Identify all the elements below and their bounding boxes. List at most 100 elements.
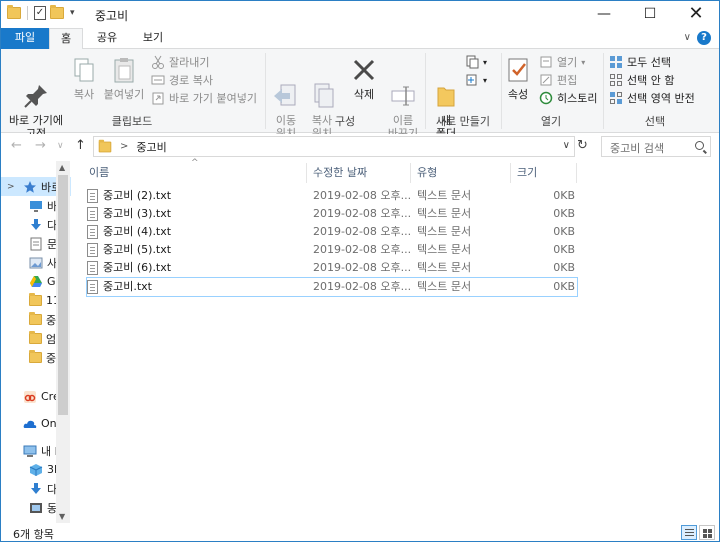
navigation-bar: ← → ∨ ↑ > 중고비 ∨ ↻ 중고비 검색 <box>1 134 719 159</box>
delete-button[interactable]: 삭제 <box>345 55 383 101</box>
large-icons-view-icon[interactable] <box>699 525 715 540</box>
easy-access-button[interactable]: ▾ <box>465 71 487 89</box>
minimize-button[interactable]: — <box>581 1 627 28</box>
select-none-button[interactable]: 선택 안 함 <box>609 71 674 89</box>
folder-icon <box>7 5 21 19</box>
tab-view[interactable]: 보기 <box>135 28 171 49</box>
new-item-button[interactable]: ▾ <box>465 53 487 71</box>
file-row[interactable]: 중고비 (4).txt 2019-02-08 오후... 텍스트 문서 0KB <box>87 223 577 241</box>
tab-share[interactable]: 공유 <box>89 28 125 49</box>
history-button[interactable]: 히스토리 <box>539 89 597 107</box>
group-divider <box>425 53 426 129</box>
nav-pane-scrollbar[interactable]: ▲ ▼ <box>56 161 70 523</box>
up-arrow-icon[interactable]: ↑ <box>75 138 86 153</box>
clipboard-group-label: 클립보드 <box>111 115 153 128</box>
file-row[interactable]: 중고비 (3).txt 2019-02-08 오후... 텍스트 문서 0KB <box>87 205 577 223</box>
collapse-ribbon-chevron-icon[interactable]: ∨ <box>684 32 691 43</box>
tab-home[interactable]: 홈 <box>49 28 83 50</box>
properties-check-icon <box>503 55 533 85</box>
paste-icon <box>109 55 139 85</box>
file-row[interactable]: 중고비 (2).txt 2019-02-08 오후... 텍스트 문서 0KB <box>87 187 577 205</box>
maximize-button[interactable]: ☐ <box>627 1 673 28</box>
status-bar: 6개 항목 <box>1 523 719 541</box>
expand-chevron-icon[interactable]: > <box>7 182 15 192</box>
nav-item-label: 중 <box>46 313 57 327</box>
history-icon <box>539 91 553 105</box>
copy-path-button[interactable]: 경로 복사 <box>151 71 213 89</box>
ribbon-tabs: 파일 홈 공유 보기 ∨ ? <box>1 28 719 50</box>
document-icon <box>29 237 43 251</box>
file-size: 0KB <box>553 280 575 293</box>
folder-icon <box>29 293 42 306</box>
recent-locations-chevron-icon[interactable]: ∨ <box>57 141 64 151</box>
file-list: ^ 이름 수정한 날짜 유형 크기 중고비 (2).txt 2019-02-08… <box>73 158 719 523</box>
invert-selection-button[interactable]: 선택 영역 반전 <box>609 89 695 107</box>
column-header-name[interactable]: 이름 <box>83 163 307 183</box>
address-dropdown-chevron-icon[interactable]: ∨ <box>563 140 570 151</box>
quick-access-toolbar: ✓ ▾ <box>7 5 75 20</box>
scroll-down-arrow-icon[interactable]: ▼ <box>59 512 65 521</box>
edit-label: 편집 <box>557 74 578 87</box>
breadcrumb-current[interactable]: 중고비 <box>136 139 166 155</box>
easy-access-chevron-icon: ▾ <box>483 75 488 85</box>
file-size: 0KB <box>553 243 575 256</box>
group-divider <box>603 53 604 129</box>
help-icon[interactable]: ? <box>697 31 711 45</box>
customize-toolbar-chevron-icon[interactable]: ▾ <box>70 8 75 18</box>
column-divider[interactable] <box>576 163 577 183</box>
tab-file[interactable]: 파일 <box>1 28 49 49</box>
file-name: 중고비 (6).txt <box>103 261 172 274</box>
column-header-type[interactable]: 유형 <box>411 163 511 183</box>
invert-selection-icon <box>609 91 623 105</box>
file-row[interactable]: 중고비 (6).txt 2019-02-08 오후... 텍스트 문서 0KB <box>87 259 577 277</box>
paste-label: 붙여넣기 <box>103 88 145 101</box>
open-button[interactable]: 열기 ▾ <box>539 53 585 71</box>
text-file-icon <box>87 280 98 294</box>
properties-button[interactable]: 속성 <box>503 55 533 101</box>
folder-icon <box>98 139 112 152</box>
select-all-button[interactable]: 모두 선택 <box>609 53 671 71</box>
file-row-focused[interactable]: 중고비.txt 2019-02-08 오후... 텍스트 문서 0KB <box>86 277 578 297</box>
folder-icon <box>29 312 42 325</box>
paste-shortcut-button[interactable]: 바로 가기 붙여넣기 <box>151 89 257 107</box>
edit-button[interactable]: 편집 <box>539 71 577 89</box>
desktop-icon <box>29 199 43 213</box>
file-name: 중고비 (5).txt <box>103 243 172 256</box>
scroll-up-arrow-icon[interactable]: ▲ <box>59 163 65 172</box>
file-type: 텍스트 문서 <box>417 207 472 220</box>
file-type: 텍스트 문서 <box>417 225 472 238</box>
cut-button[interactable]: 잘라내기 <box>151 53 209 71</box>
file-size: 0KB <box>553 225 575 238</box>
address-bar[interactable]: > 중고비 ∨ <box>93 136 575 157</box>
scrollbar-thumb[interactable] <box>58 175 68 415</box>
nav-item-label: 엄 <box>46 332 57 346</box>
picture-icon <box>29 256 43 270</box>
select-none-icon <box>609 73 623 87</box>
close-button[interactable]: ✕ <box>673 1 719 28</box>
new-folder-icon[interactable] <box>50 5 64 19</box>
open-chevron-icon: ▾ <box>581 57 586 67</box>
text-file-icon <box>87 207 98 221</box>
download-icon <box>29 218 43 232</box>
details-view-icon[interactable] <box>681 525 697 540</box>
paste-button[interactable]: 붙여넣기 <box>103 55 145 101</box>
copy-button[interactable]: 복사 <box>69 55 99 101</box>
column-header-size[interactable]: 크기 <box>511 163 577 183</box>
nav-item-label: 중 <box>46 351 57 365</box>
new-group-label: 새로 만들기 <box>435 115 491 128</box>
scissors-icon <box>151 55 165 69</box>
search-placeholder: 중고비 검색 <box>610 142 665 155</box>
invert-selection-label: 선택 영역 반전 <box>627 92 695 105</box>
file-row[interactable]: 중고비 (5).txt 2019-02-08 오후... 텍스트 문서 0KB <box>87 241 577 259</box>
breadcrumb-chevron-icon[interactable]: > <box>120 141 128 152</box>
back-arrow-icon[interactable]: ← <box>11 138 22 153</box>
refresh-icon[interactable]: ↻ <box>577 138 588 153</box>
search-input[interactable]: 중고비 검색 <box>601 136 711 157</box>
title-bar: ✓ ▾ 중고비 — ☐ ✕ <box>1 1 719 28</box>
copy-path-label: 경로 복사 <box>169 74 213 87</box>
search-icon[interactable] <box>695 141 704 150</box>
forward-arrow-icon[interactable]: → <box>35 138 46 153</box>
column-header-date[interactable]: 수정한 날짜 <box>307 163 411 183</box>
properties-check-icon[interactable]: ✓ <box>34 6 46 20</box>
file-date: 2019-02-08 오후... <box>313 280 412 293</box>
